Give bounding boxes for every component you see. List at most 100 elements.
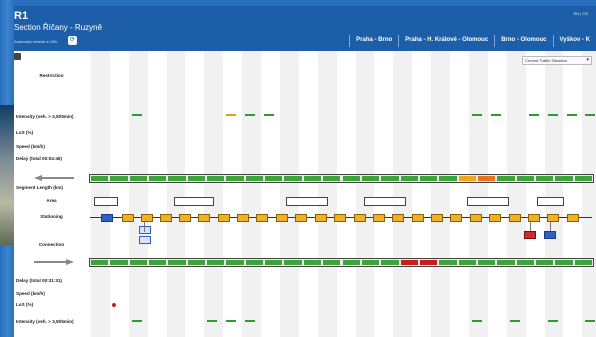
road-segment[interactable] [226,260,244,265]
refresh-icon[interactable]: ⟳ [68,36,77,45]
station-marker[interactable] [489,214,501,222]
road-segment[interactable] [439,260,457,265]
branch-station[interactable] [524,231,536,239]
road-segment[interactable] [207,176,225,181]
station-marker[interactable] [295,214,307,222]
station-marker[interactable] [528,214,540,222]
road-segment[interactable] [458,260,476,265]
road-segment[interactable] [187,260,206,265]
intensity-bar [226,114,237,116]
language-switcher[interactable]: EN | CS [574,11,588,16]
road-segment[interactable] [265,176,283,181]
nav-item-praha-brno[interactable]: Praha - Brno [349,35,398,47]
area-box [467,197,509,206]
road-segment[interactable] [323,260,341,265]
road-segment[interactable] [265,260,283,265]
branch-station[interactable] [544,231,556,239]
nav-item-brno-olomouc[interactable]: Brno - Olomouc [494,35,552,47]
station-marker[interactable] [218,214,230,222]
branch-station[interactable] [139,236,151,244]
road-segment[interactable] [381,260,399,265]
road-segment[interactable] [168,176,186,181]
road-segment[interactable] [419,260,438,265]
intensity-bar [264,114,275,116]
road-segment[interactable] [361,176,380,181]
road-segment[interactable] [342,260,360,265]
station-marker[interactable] [122,214,134,222]
station-marker[interactable] [373,214,385,222]
road-segment[interactable] [342,176,360,181]
station-marker[interactable] [334,214,346,222]
traffic-panel: Current Traffic Situation ▾ Restriction … [14,51,596,337]
road-segment[interactable] [245,260,264,265]
station-marker[interactable] [160,214,172,222]
road-segment[interactable] [555,176,573,181]
road-segment[interactable] [129,260,148,265]
road-segment[interactable] [91,260,109,265]
road-segment[interactable] [516,260,534,265]
road-segment[interactable] [535,260,554,265]
road-segment[interactable] [477,176,496,181]
area-box [174,197,214,206]
station-marker[interactable] [179,214,191,222]
road-segment[interactable] [226,176,244,181]
station-marker[interactable] [412,214,424,222]
station-marker[interactable] [101,214,113,222]
station-marker[interactable] [141,214,153,222]
column-stripe [582,51,596,337]
station-marker[interactable] [392,214,404,222]
road-segment[interactable] [187,176,206,181]
nav-item-vyskov[interactable]: Vyškov - K [552,35,596,47]
station-marker[interactable] [276,214,288,222]
road-segment[interactable] [400,176,418,181]
road-segment[interactable] [574,176,592,181]
road-segment[interactable] [477,260,496,265]
view-select[interactable]: Current Traffic Situation ▾ [522,56,592,65]
station-marker[interactable] [256,214,268,222]
print-icon[interactable] [14,53,21,60]
nav-item-praha-hk-olomouc[interactable]: Praha - H. Králové - Olomouc [398,35,494,47]
road-segment[interactable] [458,176,476,181]
station-marker[interactable] [567,214,579,222]
column-stripe [204,51,224,337]
road-segment[interactable] [284,176,302,181]
station-marker[interactable] [470,214,482,222]
road-segment[interactable] [535,176,554,181]
column-stripe [393,51,413,337]
road-segment[interactable] [303,260,322,265]
road-segment[interactable] [207,260,225,265]
road-segment[interactable] [381,176,399,181]
road-segment[interactable] [168,260,186,265]
road-segment[interactable] [574,260,592,265]
station-marker[interactable] [198,214,210,222]
road-segment[interactable] [129,176,148,181]
road-segment[interactable] [439,176,457,181]
station-marker[interactable] [237,214,249,222]
road-segment[interactable] [149,176,167,181]
station-marker[interactable] [431,214,443,222]
area-box [364,197,406,206]
road-segment[interactable] [149,260,167,265]
road-segment[interactable] [110,176,128,181]
station-marker[interactable] [354,214,366,222]
road-segment[interactable] [497,260,515,265]
road-segment[interactable] [361,260,380,265]
road-segment[interactable] [303,176,322,181]
station-marker[interactable] [315,214,327,222]
station-marker[interactable] [509,214,521,222]
road-segment[interactable] [323,176,341,181]
road-segment[interactable] [110,260,128,265]
station-marker[interactable] [547,214,559,222]
road-segment[interactable] [284,260,302,265]
road-segment[interactable] [516,176,534,181]
direction-right-arrow-icon [34,259,74,265]
road-segment[interactable] [245,176,264,181]
road-segment[interactable] [419,176,438,181]
branch-station[interactable] [139,226,151,234]
road-bar-bottom [89,258,594,267]
road-segment[interactable] [400,260,418,265]
road-segment[interactable] [555,260,573,265]
road-segment[interactable] [91,176,109,181]
road-segment[interactable] [497,176,515,181]
station-marker[interactable] [450,214,462,222]
